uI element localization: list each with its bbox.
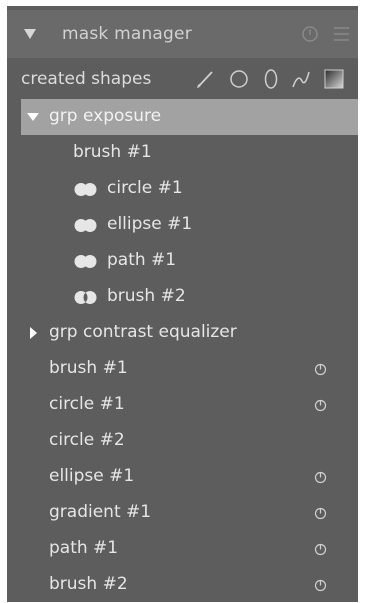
shape-item[interactable]: path #1 bbox=[21, 531, 358, 567]
used-icon bbox=[314, 543, 327, 556]
group-item[interactable]: brush #1 bbox=[21, 135, 358, 171]
group-item[interactable]: ellipse #1 bbox=[21, 207, 358, 243]
used-icon bbox=[314, 363, 327, 376]
mask-manager-panel: mask manager created shapes grp exposure… bbox=[7, 6, 358, 602]
shape-item[interactable]: brush #1 bbox=[21, 351, 358, 387]
tree-group-contrast-equalizer[interactable]: grp contrast equalizer bbox=[21, 315, 358, 351]
group-label: grp contrast equalizer bbox=[49, 322, 237, 342]
gradient-icon[interactable] bbox=[323, 67, 345, 91]
used-icon bbox=[314, 399, 327, 412]
shape-label: brush #2 bbox=[49, 574, 128, 594]
used-icon bbox=[314, 579, 327, 592]
circle-icon[interactable] bbox=[228, 67, 250, 91]
path-icon[interactable] bbox=[290, 67, 312, 91]
shape-item[interactable]: ellipse #1 bbox=[21, 459, 358, 495]
shape-label: circle #1 bbox=[107, 178, 183, 198]
shape-label: path #1 bbox=[107, 250, 177, 270]
used-icon bbox=[314, 471, 327, 484]
group-item[interactable]: path #1 bbox=[21, 243, 358, 279]
collapsed-arrow-icon[interactable] bbox=[30, 327, 37, 339]
union-icon[interactable] bbox=[73, 218, 101, 233]
shape-item[interactable]: gradient #1 bbox=[21, 495, 358, 531]
shape-label: brush #2 bbox=[107, 286, 186, 306]
union-icon[interactable] bbox=[73, 254, 101, 269]
created-shapes-toolbar: created shapes bbox=[7, 66, 358, 96]
used-icon bbox=[314, 507, 327, 520]
group-item[interactable]: brush #2 bbox=[21, 279, 358, 315]
shape-label: ellipse #1 bbox=[49, 466, 135, 486]
shape-label: path #1 bbox=[49, 538, 119, 558]
shape-label: brush #1 bbox=[49, 358, 128, 378]
shape-label: circle #2 bbox=[49, 430, 125, 450]
presets-menu-icon[interactable] bbox=[333, 26, 350, 42]
shape-item[interactable]: brush #2 bbox=[21, 567, 358, 602]
group-label: grp exposure bbox=[49, 106, 162, 126]
collapse-arrow-icon[interactable] bbox=[24, 29, 36, 39]
module-title: mask manager bbox=[62, 24, 192, 44]
shape-label: circle #1 bbox=[49, 394, 125, 414]
ellipse-icon[interactable] bbox=[260, 67, 282, 91]
brush-icon[interactable] bbox=[195, 67, 217, 91]
reset-icon[interactable] bbox=[301, 25, 319, 43]
difference-icon[interactable] bbox=[73, 290, 101, 305]
union-icon[interactable] bbox=[73, 182, 101, 197]
group-item[interactable]: circle #1 bbox=[21, 171, 358, 207]
shape-label: ellipse #1 bbox=[107, 214, 193, 234]
module-header[interactable]: mask manager bbox=[7, 10, 358, 58]
shape-label: brush #1 bbox=[73, 142, 152, 162]
shape-item[interactable]: circle #2 bbox=[21, 423, 358, 459]
shape-item[interactable]: circle #1 bbox=[21, 387, 358, 423]
created-shapes-label: created shapes bbox=[21, 69, 152, 89]
shape-label: gradient #1 bbox=[49, 502, 152, 522]
expanded-arrow-icon[interactable] bbox=[27, 113, 39, 121]
tree-group-exposure[interactable]: grp exposure bbox=[21, 99, 358, 135]
